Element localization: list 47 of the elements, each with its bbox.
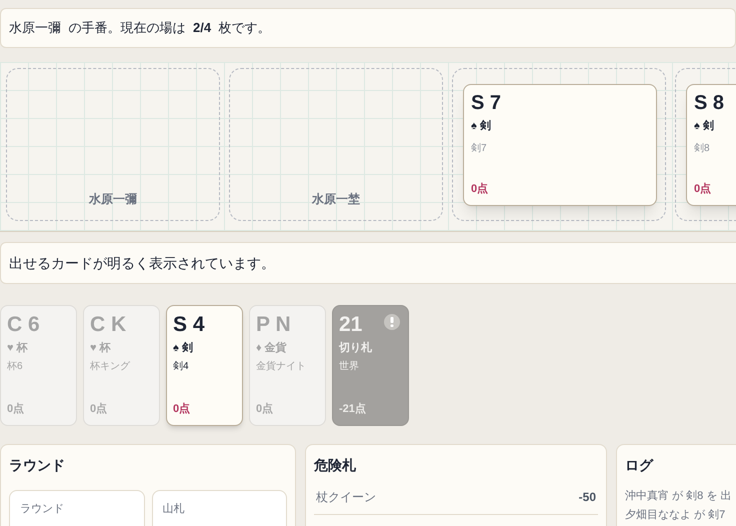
turn-status-message: 水原一彌 の手番。現在の場は 2/4 枚です。 [0, 8, 736, 48]
card-name: 杯6 [7, 360, 23, 374]
card-points: 0点 [694, 182, 712, 196]
card-rank: C K [90, 312, 126, 338]
card-suit: ♠ 剣 [694, 118, 714, 134]
card-suit: ♥ 杯 [7, 340, 28, 356]
card-name: 杯キング [90, 360, 130, 374]
player-name: 水原一彌 [89, 191, 137, 208]
card-suit: ♥ 杯 [90, 340, 111, 356]
card-points: -21点 [339, 402, 366, 416]
card-suit: ♠ 剣 [173, 340, 193, 356]
panel-title: ログ [625, 456, 654, 475]
card-rank: S 4 [173, 312, 205, 338]
panel-title: 危険札 [314, 456, 357, 475]
log-entry: 沖中真宵 が 剣8 を 出 [625, 488, 732, 504]
trump-card[interactable]: 21 切り札 世界 -21点 [332, 305, 409, 426]
card-points: 0点 [471, 182, 488, 196]
stat-label: 山札 [162, 502, 186, 517]
panel-title: ラウンド [9, 456, 66, 475]
card-name: 剣7 [471, 142, 487, 156]
card-suit: ♦ 金貨 [256, 340, 287, 356]
hand-card[interactable]: C 6 ♥ 杯 杯6 0点 [0, 305, 77, 426]
card-rank: C 6 [7, 312, 40, 338]
card-points: 0点 [7, 402, 24, 416]
card-points: 0点 [256, 402, 274, 416]
hint-message: 出せるカードが明るく表示されています。 [0, 242, 736, 284]
exclamation-icon [384, 314, 400, 330]
log-entry: 夕畑目ななよ が 剣7 [625, 508, 726, 522]
card-rank: P N [256, 312, 291, 338]
card-rank: 21 [339, 312, 362, 338]
card-points: 0点 [90, 402, 108, 416]
card-rank: S 8 [694, 91, 724, 116]
hand-card[interactable]: S 4 ♠ 剣 剣4 0点 [166, 305, 243, 426]
player-name: 水原一埜 [312, 191, 360, 208]
card-name: 金貨ナイト [256, 360, 306, 374]
card-points: 0点 [173, 402, 190, 416]
hand-card[interactable]: C K ♥ 杯 杯キング 0点 [83, 305, 160, 426]
card-name: 剣8 [694, 142, 710, 156]
hand-card[interactable]: P N ♦ 金貨 金貨ナイト 0点 [249, 305, 326, 426]
card-name: 世界 [339, 360, 359, 374]
card-rank: S 7 [471, 91, 502, 116]
danger-card-name: 杖クイーン [316, 489, 376, 506]
danger-card-score: -50 [578, 489, 596, 506]
card-suit: 切り札 [339, 340, 372, 356]
card-suit: ♠ 剣 [471, 118, 491, 134]
card-name: 剣4 [173, 360, 189, 374]
stat-label: ラウンド [20, 502, 65, 517]
